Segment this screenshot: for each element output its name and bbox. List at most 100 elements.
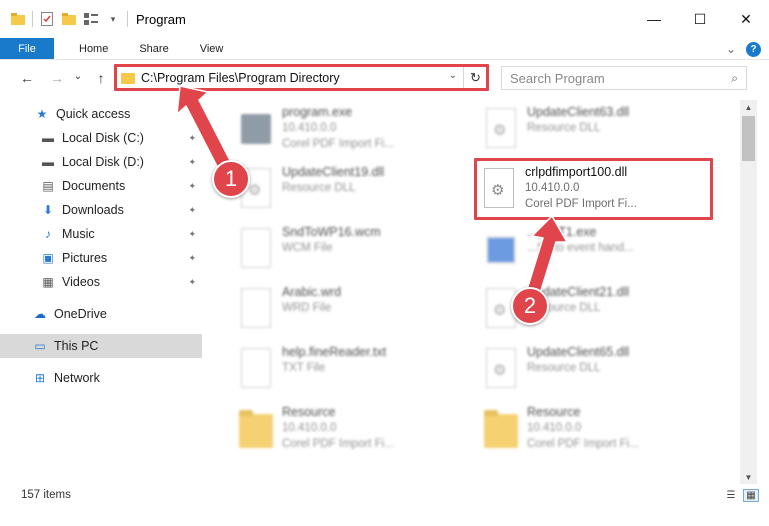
dll-file-icon: [483, 348, 519, 392]
folder-icon: [483, 408, 519, 452]
details-view-icon[interactable]: ☰: [723, 489, 739, 502]
sidebar-item-quick-access[interactable]: ★ Quick access: [0, 102, 202, 126]
folder-icon: [10, 11, 26, 27]
search-input[interactable]: [510, 70, 710, 86]
pin-icon[interactable]: ✦: [188, 181, 196, 192]
file-item[interactable]: program.exe 10.410.0.0 Corel PDF Import Fi…: [238, 104, 394, 160]
quick-access-toolbar: ▾: [0, 0, 128, 38]
document-icon: [238, 288, 274, 332]
new-folder-icon[interactable]: [61, 11, 77, 27]
help-icon[interactable]: ?: [746, 41, 761, 57]
file-detail: Resource DLL: [527, 122, 601, 134]
pin-icon[interactable]: ✦: [188, 205, 196, 216]
drive-icon: ▬: [42, 131, 54, 145]
file-detail: 10.410.0.0: [282, 122, 337, 134]
pin-icon[interactable]: ✦: [188, 277, 196, 288]
pin-icon[interactable]: ✦: [188, 157, 196, 168]
file-item[interactable]: Arabic.wrd WRD File: [238, 284, 341, 340]
sidebar-item-onedrive[interactable]: ☁ OneDrive: [0, 302, 202, 326]
view-options-icon[interactable]: [83, 11, 99, 27]
view-switcher: ☰ ▦: [723, 489, 759, 502]
maximize-button[interactable]: ☐: [677, 0, 723, 38]
sidebar-item-this-pc[interactable]: ▭ This PC: [0, 334, 202, 358]
file-name: program.exe: [282, 105, 353, 119]
drive-icon: ▬: [42, 155, 54, 169]
sidebar-item-label: Network: [54, 371, 100, 385]
tiles-view-icon[interactable]: ▦: [743, 489, 759, 502]
document-icon: [238, 228, 274, 272]
expand-ribbon-icon[interactable]: ⌄: [726, 42, 736, 56]
file-name: help.fineReader.txt: [282, 345, 387, 359]
forward-button[interactable]: →: [47, 68, 67, 88]
sidebar-item-label: Music: [62, 227, 95, 241]
step-1-badge: 1: [212, 160, 250, 198]
window-title: Program: [136, 11, 186, 27]
sidebar-item-local-disk-c[interactable]: ▬ Local Disk (C:) ✦: [0, 126, 202, 150]
toolbar-divider: [32, 11, 33, 27]
folder-item[interactable]: Resource 10.410.0.0 Corel PDF Import Fi...: [483, 404, 639, 460]
file-item[interactable]: UpdateClient19.dll Resource DLL: [238, 164, 384, 220]
sidebar-item-label: Documents: [62, 179, 126, 193]
pictures-icon: ▣: [42, 251, 54, 265]
file-name: UpdateClient65.dll: [527, 345, 630, 359]
tab-file[interactable]: File: [0, 38, 54, 59]
exe-file-icon: [483, 228, 519, 272]
folder-item[interactable]: Resource 10.410.0.0 Corel PDF Import Fi...: [238, 404, 394, 460]
sidebar-item-network[interactable]: ⊞ Network: [0, 366, 202, 390]
documents-icon: ▤: [42, 179, 54, 193]
star-icon: ★: [36, 107, 48, 121]
file-item[interactable]: ...yyST1.exe ...ST to event hand...: [483, 224, 634, 280]
sidebar-item-music[interactable]: ♪ Music ✦: [0, 222, 202, 246]
pin-icon[interactable]: ✦: [188, 253, 196, 264]
cloud-icon: ☁: [34, 307, 46, 321]
file-name: SndToWP16.wcm: [282, 225, 381, 239]
close-button[interactable]: ✕: [723, 0, 769, 38]
file-name: UpdateClient19.dll: [282, 165, 385, 179]
file-item[interactable]: SndToWP16.wcm WCM File: [238, 224, 381, 280]
file-detail: Corel PDF Import Fi...: [282, 438, 394, 450]
file-detail: Resource DLL: [282, 182, 356, 194]
recent-locations-button[interactable]: ⌄: [68, 66, 88, 86]
sidebar-item-label: Pictures: [62, 251, 108, 265]
sidebar-item-videos[interactable]: ▦ Videos ✦: [0, 270, 202, 294]
file-detail: 10.410.0.0: [282, 422, 337, 434]
customize-toolbar-icon[interactable]: ▾: [105, 11, 121, 27]
toolbar-divider: [127, 11, 128, 27]
file-item[interactable]: UpdateClient21.dllResource DLL: [483, 284, 629, 340]
file-detail: WRD File: [282, 302, 332, 314]
back-button[interactable]: ←: [17, 68, 37, 88]
item-count: 157 items: [21, 489, 71, 501]
dll-file-icon: [483, 108, 519, 152]
properties-icon[interactable]: [39, 11, 55, 27]
status-bar: 157 items: [0, 484, 769, 506]
sidebar-item-downloads[interactable]: ⬇ Downloads ✦: [0, 198, 202, 222]
scroll-down-icon[interactable]: ▼: [740, 470, 757, 484]
file-item[interactable]: UpdateClient65.dll Resource DLL: [483, 344, 629, 400]
sidebar-item-local-disk-d[interactable]: ▬ Local Disk (D:) ✦: [0, 150, 202, 174]
pin-icon[interactable]: ✦: [188, 229, 196, 240]
minimize-button[interactable]: —: [631, 0, 677, 38]
search-box[interactable]: ⌕: [501, 66, 747, 90]
file-item[interactable]: help.fineReader.txt TXT File: [238, 344, 386, 400]
scroll-up-icon[interactable]: ▲: [740, 100, 757, 114]
search-icon[interactable]: ⌕: [731, 71, 738, 86]
tab-view[interactable]: View: [182, 38, 237, 59]
up-button[interactable]: ↑: [91, 68, 111, 88]
scroll-thumb[interactable]: [742, 116, 755, 161]
address-highlight-box: [114, 64, 489, 91]
file-item[interactable]: UpdateClient63.dll Resource DLL: [483, 104, 629, 160]
file-detail: WCM File: [282, 242, 333, 254]
pin-icon[interactable]: ✦: [188, 133, 196, 144]
sidebar-item-label: Downloads: [62, 203, 124, 217]
computer-icon: ▭: [34, 339, 46, 353]
sidebar-item-documents[interactable]: ▤ Documents ✦: [0, 174, 202, 198]
vertical-scrollbar[interactable]: ▲ ▼: [740, 100, 757, 484]
file-name: UpdateClient63.dll: [527, 105, 630, 119]
sidebar-item-label: Quick access: [56, 107, 131, 121]
sidebar-item-pictures[interactable]: ▣ Pictures ✦: [0, 246, 202, 270]
ribbon-right-controls: ⌄ ?: [726, 40, 761, 58]
ribbon-tabs: File Home Share View ⌄ ?: [0, 38, 769, 60]
tab-share[interactable]: Share: [121, 38, 181, 59]
tab-home[interactable]: Home: [54, 38, 121, 59]
title-bar: ▾ Program — ☐ ✕: [0, 0, 769, 38]
